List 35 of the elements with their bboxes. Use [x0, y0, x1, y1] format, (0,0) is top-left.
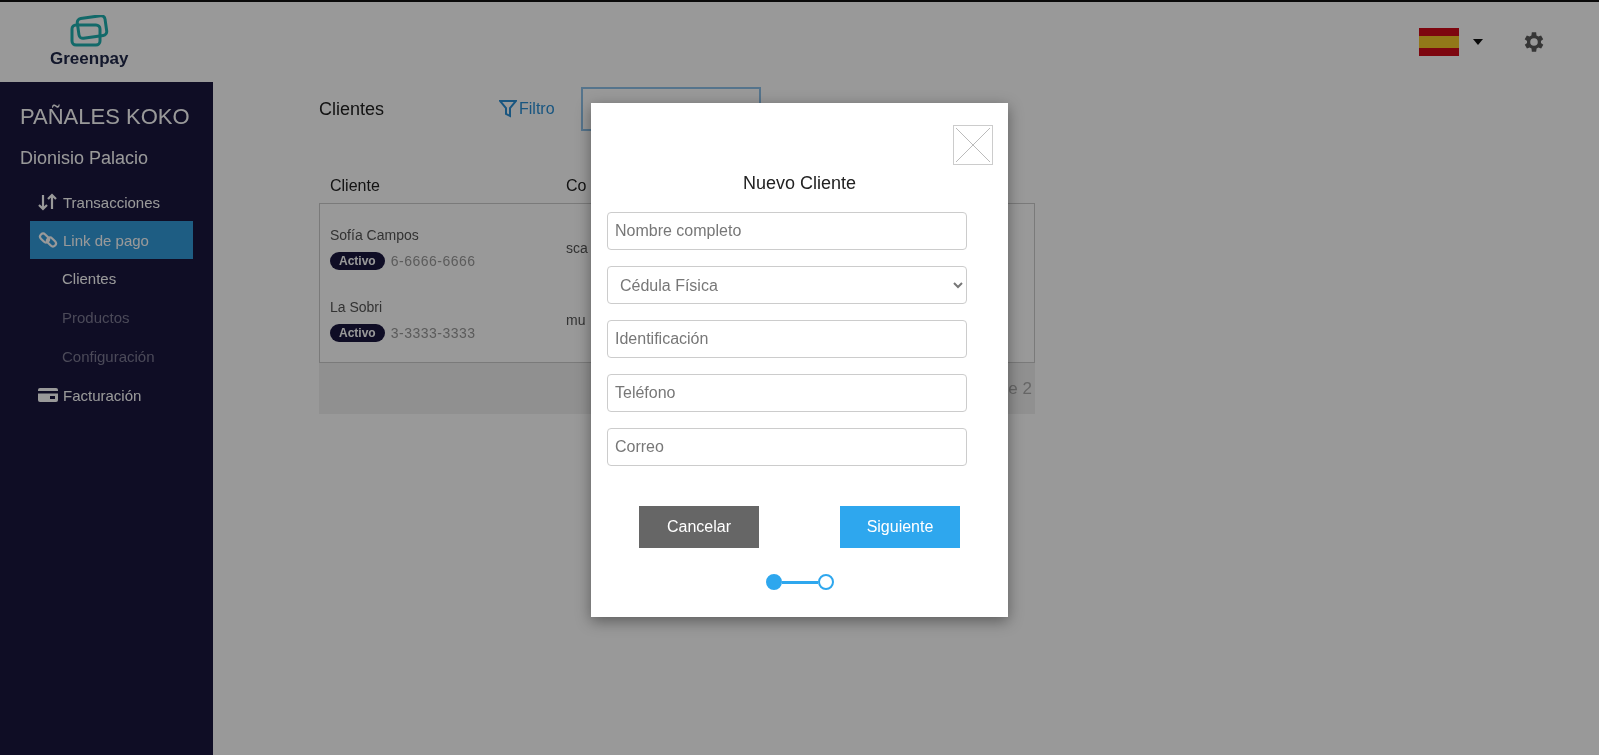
input-field[interactable]: Identificación — [607, 320, 967, 358]
link-icon — [38, 230, 58, 250]
company-name: PAÑALES KOKO — [20, 104, 191, 130]
sidebar-subitem[interactable]: Clientes — [20, 259, 213, 298]
modal-title: Nuevo Cliente — [741, 173, 858, 194]
card-icon — [38, 387, 58, 403]
user-name: Dionisio Palacio — [20, 148, 150, 169]
filter-icon — [499, 100, 517, 118]
table-cell: mu — [566, 312, 586, 328]
filter-button[interactable]: Filtro — [499, 100, 555, 118]
phone-number: 6-6666-6666 — [390, 252, 476, 269]
column-header: Cliente — [330, 177, 381, 195]
sidebar-item[interactable]: Facturación — [30, 376, 193, 414]
page-title: Clientes — [319, 98, 386, 120]
next-button[interactable]: Siguiente — [840, 506, 960, 548]
cancel-button[interactable]: Cancelar — [639, 506, 759, 548]
logo-icon — [69, 15, 110, 47]
close-icon — [954, 126, 992, 164]
flag-icon[interactable] — [1419, 28, 1459, 56]
column-header: Co — [566, 177, 587, 195]
status-badge: Activo — [330, 251, 385, 270]
select-field[interactable]: Cédula Física — [607, 266, 967, 304]
logo-text: Greenpay — [50, 49, 129, 69]
input-field[interactable]: Nombre completo — [607, 212, 967, 250]
arrows-icon — [38, 193, 58, 211]
status-badge: Activo — [330, 323, 385, 342]
client-name: Sofía Campos — [330, 226, 420, 243]
sidebar-item[interactable]: Transacciones — [30, 183, 193, 221]
phone-number: 3-3333-3333 — [390, 324, 476, 341]
sidebar-item[interactable]: Link de pago — [30, 221, 193, 259]
caret-icon[interactable] — [1473, 39, 1483, 45]
table-cell: sca — [566, 240, 588, 256]
input-field[interactable]: Teléfono — [607, 374, 967, 412]
client-name: La Sobri — [330, 298, 384, 315]
input-field[interactable]: Correo — [607, 428, 967, 466]
